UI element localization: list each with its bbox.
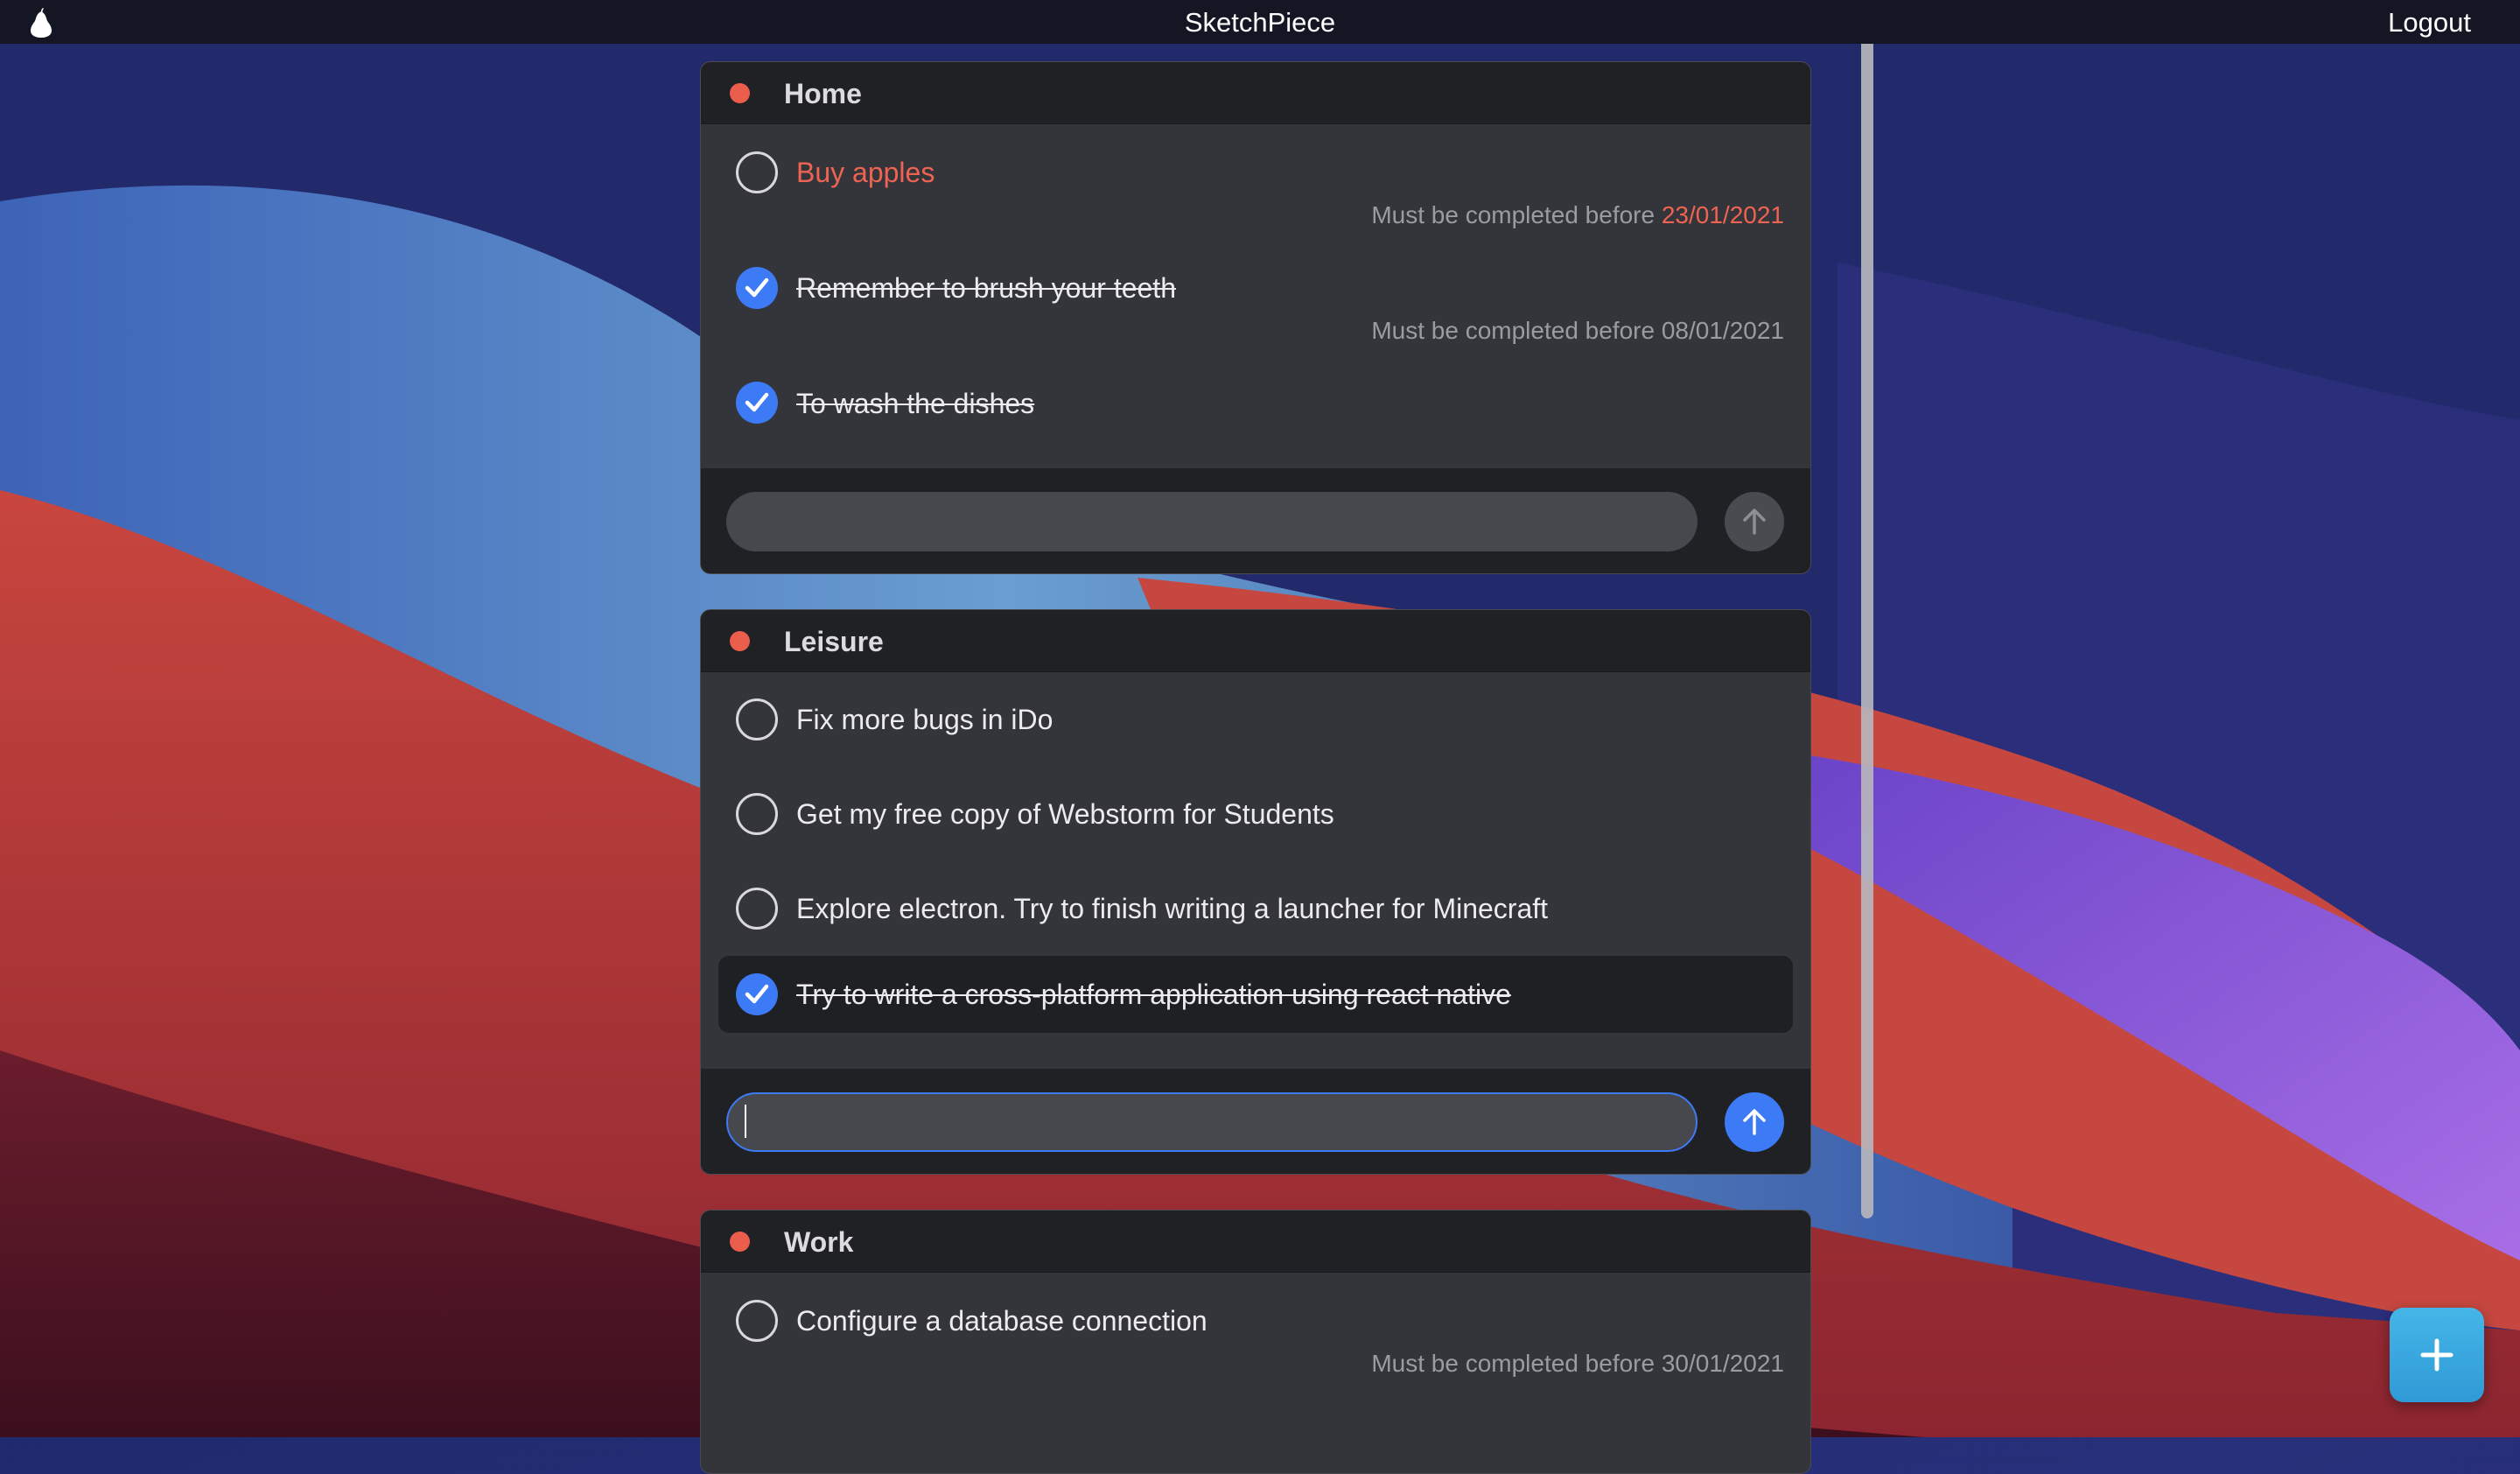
checkmark-icon: [745, 277, 769, 298]
menu-bar: SketchPiece Logout: [0, 0, 2520, 44]
scrollbar-thumb[interactable]: [1861, 0, 1873, 1218]
card-header: Leisure: [701, 610, 1810, 672]
card-header: Home: [701, 62, 1810, 124]
plus-icon: [2420, 1338, 2454, 1372]
card-header: Work: [701, 1211, 1810, 1273]
arrow-up-icon: [1743, 1109, 1766, 1135]
task-checkbox[interactable]: [736, 267, 778, 309]
add-list-button[interactable]: [2390, 1308, 2484, 1402]
new-task-input[interactable]: [726, 1092, 1698, 1152]
due-date-value: 30/01/2021: [1661, 1350, 1784, 1377]
task-due-date: Must be completed before 08/01/2021: [1371, 317, 1784, 345]
send-button[interactable]: [1725, 1092, 1784, 1152]
task-label: Configure a database connection: [796, 1305, 1208, 1337]
list-color-dot: [730, 83, 750, 103]
task-due-date: Must be completed before 23/01/2021: [1371, 201, 1784, 229]
task-item[interactable]: Explore electron. Try to finish writing …: [701, 861, 1810, 956]
logout-button[interactable]: Logout: [2388, 0, 2471, 44]
task-checkbox[interactable]: [736, 151, 778, 193]
due-date-value: 08/01/2021: [1661, 317, 1784, 344]
task-label: Explore electron. Try to finish writing …: [796, 893, 1549, 924]
task-checkbox[interactable]: [736, 973, 778, 1015]
arrow-up-icon: [1743, 509, 1766, 535]
list-color-dot: [730, 1232, 750, 1252]
task-label: Buy apples: [796, 157, 935, 188]
list-card-home: Home Buy apples Must be completed before…: [700, 61, 1811, 574]
task-checkbox[interactable]: [736, 1300, 778, 1342]
task-label: Try to write a cross-platform applicatio…: [796, 979, 1511, 1010]
list-title: Leisure: [784, 626, 884, 657]
task-item[interactable]: Fix more bugs in iDo: [701, 672, 1810, 767]
task-checkbox[interactable]: [736, 888, 778, 930]
task-checkbox[interactable]: [736, 793, 778, 835]
app-title: SketchPiece: [1184, 7, 1336, 38]
text-cursor: [745, 1105, 746, 1138]
task-item[interactable]: Remember to brush your teeth Must be com…: [701, 240, 1810, 355]
task-item[interactable]: To wash the dishes: [701, 355, 1810, 443]
task-item-selected[interactable]: Try to write a cross-platform applicatio…: [718, 956, 1793, 1033]
task-checkbox[interactable]: [736, 382, 778, 424]
due-prefix: Must be completed before: [1371, 1350, 1656, 1377]
due-prefix: Must be completed before: [1371, 317, 1656, 344]
task-composer: [701, 468, 1810, 573]
task-due-date: Must be completed before 30/01/2021: [1371, 1350, 1784, 1378]
pear-logo-icon[interactable]: [30, 8, 52, 38]
list-card-leisure: Leisure Fix more bugs in iDo Get my free…: [700, 609, 1811, 1175]
list-title: Home: [784, 78, 862, 109]
new-task-input[interactable]: [726, 492, 1698, 551]
checkmark-icon: [745, 392, 769, 412]
task-label: Remember to brush your teeth: [796, 272, 1176, 304]
task-composer: [701, 1069, 1810, 1174]
send-button[interactable]: [1725, 492, 1784, 551]
task-item[interactable]: Configure a database connection Must be …: [701, 1273, 1810, 1388]
due-date-value: 23/01/2021: [1661, 201, 1784, 228]
task-label: To wash the dishes: [796, 388, 1035, 419]
task-label: Get my free copy of Webstorm for Student…: [796, 798, 1334, 830]
checkmark-icon: [745, 984, 769, 1004]
task-label: Fix more bugs in iDo: [796, 704, 1054, 735]
list-title: Work: [784, 1226, 854, 1258]
task-item[interactable]: Buy apples Must be completed before 23/0…: [701, 124, 1810, 240]
task-checkbox[interactable]: [736, 698, 778, 741]
list-color-dot: [730, 631, 750, 651]
list-card-work: Work Configure a database connection Mus…: [700, 1210, 1811, 1474]
task-item[interactable]: Get my free copy of Webstorm for Student…: [701, 767, 1810, 861]
due-prefix: Must be completed before: [1371, 201, 1656, 228]
